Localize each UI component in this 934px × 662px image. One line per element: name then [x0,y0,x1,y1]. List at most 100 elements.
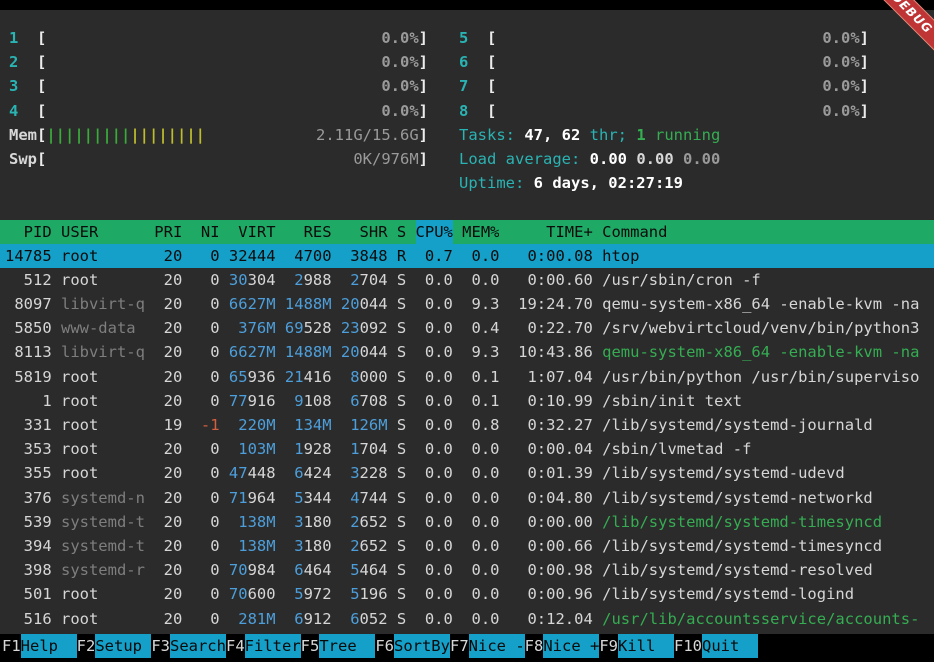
column-header-pri[interactable]: PRI [154,220,182,244]
cell-time: 0:00.08 [509,244,593,268]
cell-pri: 20 [154,534,182,558]
cpu-meter-fill [46,74,381,98]
column-header-user[interactable]: USER [61,220,145,244]
cell-cmd: /lib/systemd/systemd-networkd [602,486,934,510]
cell-time: 0:00.66 [509,534,593,558]
process-row[interactable]: 394systemd-t200138M31802652S0.00.00:00.6… [0,534,934,558]
cell-pri: 19 [154,413,182,437]
cell-s: S [397,607,406,631]
cell-user: libvirt-q [61,292,145,316]
column-header-mem[interactable]: MEM% [462,220,499,244]
cell-time: 1:07.04 [509,365,593,389]
process-row[interactable]: 1root2007791691086708S0.00.10:10.99/sbin… [0,389,934,413]
fnkey-f9-kill[interactable]: F9Kill [599,634,674,658]
memory-meter-label: Mem [9,123,37,147]
cell-res: 6424 [285,461,332,485]
cell-shr: 20044 [341,340,388,364]
process-row[interactable]: 516root200281M69126052S0.00.00:12.04/usr… [0,607,934,631]
mem-magnitude: 1 [350,440,359,458]
htop-terminal: DEBUG 1[0.0%]2[0.0%]3[0.0%]4[0.0%] Mem[|… [0,0,934,662]
fn-action-label: Setup [95,634,151,658]
cell-s: S [397,268,406,292]
cpu-meter-fill [46,50,381,74]
column-header-res[interactable]: RES [285,220,332,244]
swap-meter-bar: 0K/976M [46,147,418,171]
meter-close-bracket: ] [419,123,428,147]
fnkey-f6-sortby[interactable]: F6SortBy [375,634,450,658]
load-average-label: Load average: [459,147,590,171]
fnkey-f2-setup[interactable]: F2Setup [77,634,152,658]
cpu-meters-left: 1[0.0%]2[0.0%]3[0.0%]4[0.0%] [9,26,428,123]
cell-shr: 2652 [341,534,388,558]
cell-cmd: /lib/systemd/systemd-timesyncd [602,510,934,534]
column-header-virt[interactable]: VIRT [229,220,276,244]
column-header-s[interactable]: S [397,220,406,244]
cell-s: S [397,486,406,510]
meter-open-bracket: [ [487,26,496,50]
load-five-minute: 0.00 [636,147,683,171]
cell-virt: 65936 [229,365,276,389]
cell-mem: 0.4 [462,316,499,340]
cell-shr: 1704 [341,437,388,461]
fnkey-f1-help[interactable]: F1Help [2,634,77,658]
fn-key-label: F6 [375,634,394,658]
cell-cmd: htop [602,244,934,268]
process-row[interactable]: 5850www-data200376M6952823092S0.00.40:22… [0,316,934,340]
fnkey-f8-nice[interactable]: F8Nice + [525,634,600,658]
mem-magnitude: 6 [294,464,303,482]
process-row[interactable]: 5819root20065936214168000S0.00.11:07.04/… [0,365,934,389]
process-row[interactable]: 398systemd-r2007098464645464S0.00.00:00.… [0,558,934,582]
column-header-ni[interactable]: NI [192,220,220,244]
cell-res: 1488M [285,340,332,364]
process-row[interactable]: 14785root2003244447003848R0.70.00:00.08h… [0,244,934,268]
process-row[interactable]: 501root2007060059725196S0.00.00:00.96/li… [0,582,934,606]
process-row[interactable]: 539systemd-t200138M31802652S0.00.00:00.0… [0,510,934,534]
process-row[interactable]: 8097libvirt-q2006627M1488M20044S0.09.319… [0,292,934,316]
cell-pid: 516 [5,607,52,631]
cpu-meter-value: 0.0% [822,99,859,123]
mem-magnitude: 3 [294,513,303,531]
cell-s: S [397,365,406,389]
fnkey-f7-nice[interactable]: F7Nice - [450,634,525,658]
cpu-meter-bar: 0.0% [496,74,859,98]
cell-mem: 0.0 [462,244,499,268]
column-header-shr[interactable]: SHR [341,220,388,244]
cell-res: 69528 [285,316,332,340]
process-row[interactable]: 8113libvirt-q2006627M1488M20044S0.09.310… [0,340,934,364]
fnkey-f5-tree[interactable]: F5Tree [301,634,376,658]
function-key-bar: F1HelpF2SetupF3SearchF4FilterF5TreeF6Sor… [0,634,934,662]
cell-user: libvirt-q [61,340,145,364]
cell-ni: 0 [192,437,220,461]
cell-cmd: /lib/systemd/systemd-timesyncd [602,534,934,558]
column-header-pid[interactable]: PID [5,220,52,244]
column-header-cmd[interactable]: Command [602,220,934,244]
column-header-cpu[interactable]: CPU% [416,220,453,244]
cell-pri: 20 [154,365,182,389]
cell-mem: 0.0 [462,461,499,485]
mem-magnitude: 32 [229,247,248,265]
mem-magnitude: 281M [238,610,275,628]
mem-magnitude: 1 [294,440,303,458]
process-row[interactable]: 512root2003030429882704S0.00.00:00.60/us… [0,268,934,292]
cell-cpu: 0.0 [416,558,453,582]
cell-s: S [397,316,406,340]
fnkey-f3-search[interactable]: F3Search [151,634,226,658]
cell-s: S [397,558,406,582]
process-row[interactable]: 355root2004744864243228S0.00.00:01.39/li… [0,461,934,485]
process-row[interactable]: 376systemd-n2007196453444744S0.00.00:04.… [0,486,934,510]
fnkey-f4-filter[interactable]: F4Filter [226,634,301,658]
fnkey-f10-quit[interactable]: F10Quit [674,634,758,658]
cell-cpu: 0.0 [416,486,453,510]
column-header-time[interactable]: TIME+ [509,220,593,244]
process-row[interactable]: 331root19-1220M134M126MS0.00.80:32.27/li… [0,413,934,437]
uptime-line: Uptime: 6 days, 02:27:19 [459,171,869,195]
cpu-meter-4: 4[0.0%] [9,99,428,123]
meter-close-bracket: ] [860,99,869,123]
cpu-meter-value: 0.0% [381,99,418,123]
cell-s: S [397,292,406,316]
cell-pid: 512 [5,268,52,292]
cpu-meter-bar: 0.0% [496,26,859,50]
cell-cmd: /sbin/lvmetad -f [602,437,934,461]
process-row[interactable]: 353root200103M19281704S0.00.00:00.04/sbi… [0,437,934,461]
cell-mem: 0.8 [462,413,499,437]
